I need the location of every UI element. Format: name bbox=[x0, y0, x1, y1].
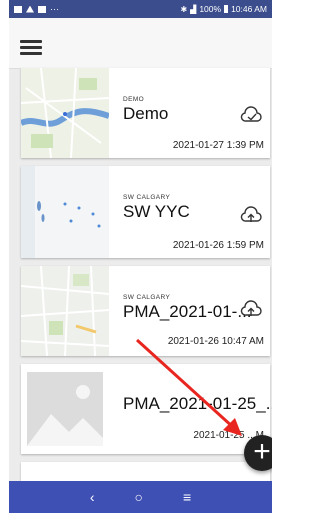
back-icon[interactable]: ‹ bbox=[90, 489, 95, 505]
phone-screen: ··· ✱ ▟ 100% 10:46 AM DEMO Demo 2021-01-… bbox=[9, 0, 272, 513]
right-frame bbox=[272, 0, 281, 513]
add-icon: + bbox=[253, 435, 271, 468]
recents-icon[interactable]: ≡ bbox=[183, 489, 191, 505]
left-frame bbox=[0, 0, 9, 513]
home-icon[interactable]: ○ bbox=[135, 489, 143, 505]
system-nav-bar: ‹ ○ ≡ bbox=[9, 481, 272, 513]
add-project-button[interactable]: + bbox=[244, 435, 272, 471]
annotation-arrow bbox=[135, 338, 242, 436]
